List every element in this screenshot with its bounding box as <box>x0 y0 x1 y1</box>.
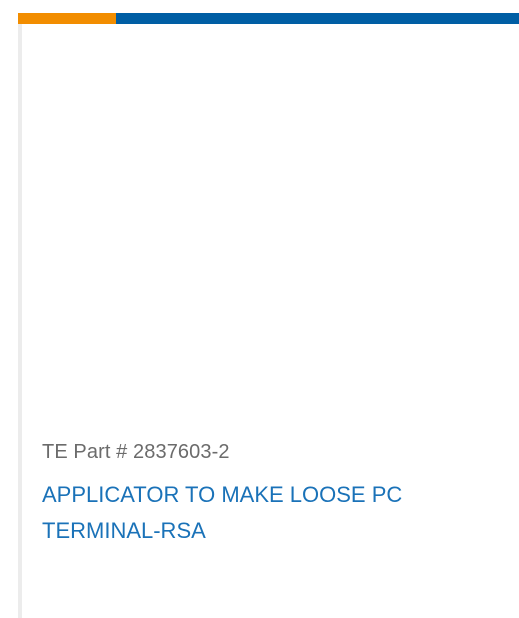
accent-bar-orange <box>18 13 116 24</box>
accent-bar-blue <box>116 13 519 24</box>
product-card: TE Part # 2837603-2 APPLICATOR TO MAKE L… <box>18 13 519 618</box>
product-image-area <box>22 24 519 419</box>
card-accent-bar <box>18 13 519 24</box>
product-title-link[interactable]: APPLICATOR TO MAKE LOOSE PC TERMINAL-RSA <box>42 477 512 549</box>
part-number: TE Part # 2837603-2 <box>42 441 230 463</box>
